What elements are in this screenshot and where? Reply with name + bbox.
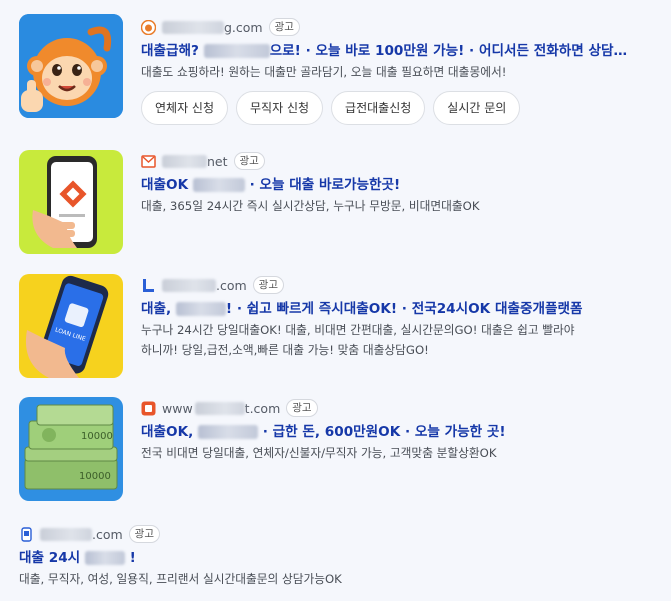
ad-source-row[interactable]: net 광고 [141,151,661,171]
site-favicon-icon [19,526,34,542]
ad-source-row[interactable]: .com 광고 [19,524,661,544]
loan-line-phone-image: LOAN LINE [19,274,123,378]
redacted-domain [162,154,207,168]
ad-title-link[interactable]: 대출급해? 으로! · 오늘 바로 100만원 가능! · 어디서든 전화하면 … [141,41,661,61]
ad-title-link[interactable]: 대출OK · 오늘 대출 바로가능한곳! [141,175,661,195]
site-favicon-icon [140,19,157,35]
site-favicon-icon [141,278,156,293]
chip-realtime-inquiry[interactable]: 실시간 문의 [433,91,521,125]
ad-domain: t.com [244,400,281,416]
ad-domain: net [207,153,228,169]
ad-title-suffix: 으로! · 오늘 바로 100만원 가능! · 어디서든 전화하면 상담… [269,43,628,59]
ad-description: 전국 비대면 당일대출, 연체자/신불자/무직자 가능, 고객맞춤 분할상환OK [141,446,497,460]
chip-delinquent-apply[interactable]: 연체자 신청 [141,91,229,125]
bill-value-text: 10000 [79,471,111,482]
ad-source-row[interactable]: g.com 광고 [140,17,661,37]
redacted-title [84,551,125,565]
chip-unemployed-apply[interactable]: 무직자 신청 [236,91,324,125]
ad-title-prefix: 대출OK, [141,424,194,440]
ad-sitelink-chips: 연체자 신청 무직자 신청 급전대출신청 실시간 문의 [141,91,661,125]
ad-domain: g.com [224,19,263,35]
chip-urgent-loan-apply[interactable]: 급전대출신청 [331,91,426,125]
redacted-title [175,302,226,316]
ad-domain: .com [216,277,247,293]
ad-description-line: 하니까! 당일,급전,소액,빠른 대출 가능! 맞춤 대출상담GO! [141,343,429,357]
monkey-mascot-image [19,14,123,118]
ad-title-prefix: 대출, [141,301,172,317]
ad-title-suffix: ! · 쉽고 빠르게 즉시대출OK! · 전국24시OK 대출중개플랫폼 [225,301,583,317]
ad-badge: 광고 [233,152,265,170]
ad-description: 누구나 24시간 당일대출OK! 대출, 비대면 간편대출, 실시간문의GO! … [141,320,661,360]
ad-badge: 광고 [268,18,300,36]
mail-favicon-icon [141,154,156,169]
ad-title-suffix: · 오늘 대출 바로가능한곳! [249,177,401,193]
ad-thumbnail-money[interactable]: 10000 10000 [19,397,123,501]
ad-thumbnail-phone[interactable] [19,150,123,254]
cash-stack-image: 10000 10000 [19,397,123,501]
ad-source-row[interactable]: .com 광고 [141,275,661,295]
ad-title-link[interactable]: 대출, ! · 쉽고 빠르게 즉시대출OK! · 전국24시OK 대출중개플랫폼 [141,299,661,319]
ad-description: 대출도 쇼핑하라! 원하는 대출만 골라담기, 오늘 대출 필요하면 대출몽에서… [141,65,507,79]
ad-title-suffix: · 급한 돈, 600만원OK · 오늘 가능한 곳! [262,424,506,440]
ad-source-row[interactable]: www t.com 광고 [141,398,661,418]
ad-domain: .com [92,526,123,542]
redacted-domain [194,401,245,415]
ad-title-link[interactable]: 대출OK, · 급한 돈, 600만원OK · 오늘 가능한 곳! [141,422,661,442]
redacted-title [192,178,245,192]
bill-value-text: 10000 [81,431,113,442]
ad-thumbnail-loanline[interactable]: LOAN LINE [19,274,123,378]
phone-app-image [19,150,123,254]
site-favicon-icon [141,401,156,416]
ad-title-link[interactable]: 대출 24시 ! [19,548,661,568]
ad-thumbnail-monkey[interactable] [19,14,123,118]
redacted-domain [162,278,216,292]
redacted-domain [40,527,92,541]
redacted-title [198,425,259,439]
ad-domain-prefix: www [162,400,193,416]
redacted-title [203,44,270,58]
ad-title-prefix: 대출급해? [141,43,199,59]
ad-title-prefix: 대출OK [141,177,189,193]
ad-description: 대출, 365일 24시간 즉시 실시간상담, 누구나 무방문, 비대면대출OK [141,199,480,213]
ad-description: 대출, 무직자, 여성, 일용직, 프리랜서 실시간대출문의 상담가능OK [19,572,342,586]
ad-badge: 광고 [252,276,284,294]
ad-description-line: 누구나 24시간 당일대출OK! 대출, 비대면 간편대출, 실시간문의GO! … [141,323,575,337]
redacted-domain [162,20,224,34]
ad-badge: 광고 [286,399,318,417]
ad-title-suffix: ! [129,550,136,566]
ad-title-prefix: 대출 24시 [19,550,81,566]
ad-badge: 광고 [128,525,160,543]
